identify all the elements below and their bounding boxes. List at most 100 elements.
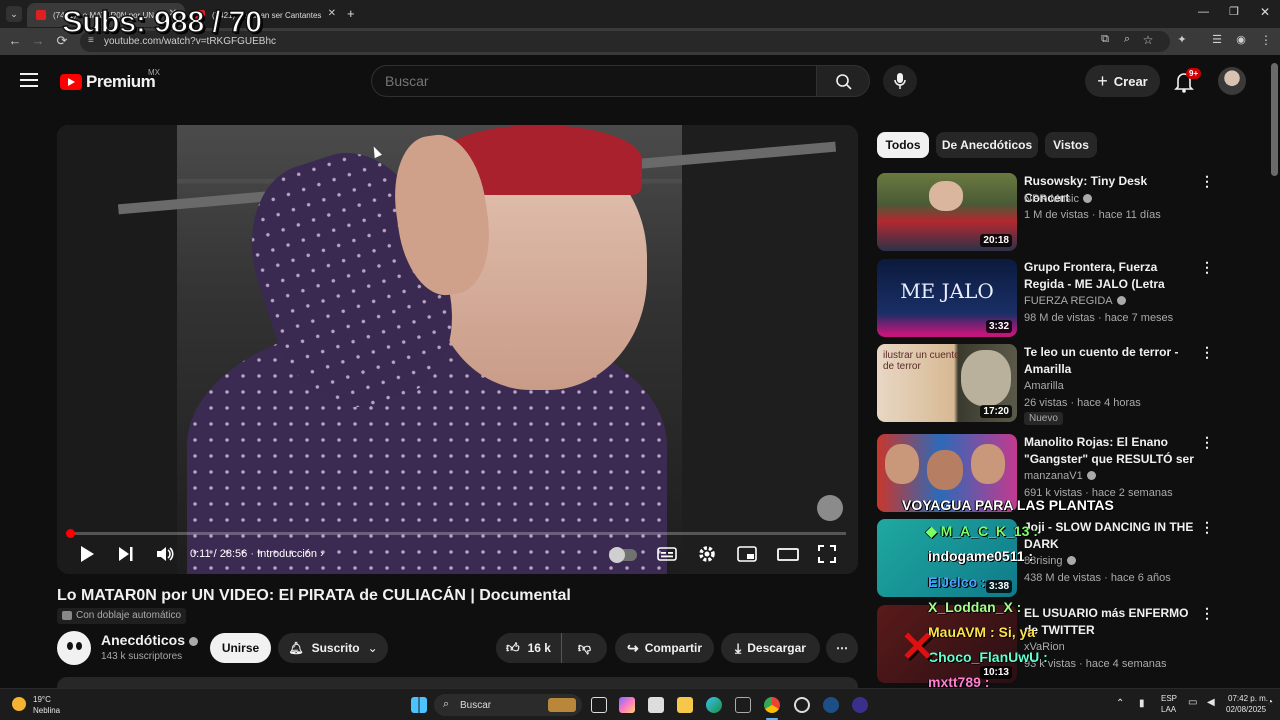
scrollbar-thumb[interactable] (1271, 63, 1278, 176)
recommendation-title[interactable]: EL USUARIO más ENFERMO de TWITTER (1024, 605, 1194, 639)
more-vertical-icon[interactable]: ⋮ (1200, 259, 1214, 276)
account-avatar[interactable] (1218, 67, 1246, 95)
recommendation-channel[interactable]: FUERZA REGIDA (1024, 295, 1126, 307)
more-vertical-icon[interactable]: ⋮ (1200, 519, 1214, 536)
settings-gear-icon[interactable] (698, 545, 716, 563)
chevron-right-icon[interactable]: › (320, 548, 324, 560)
language-top[interactable]: ESP (1161, 694, 1177, 703)
play-icon[interactable] (79, 545, 95, 563)
more-vertical-icon[interactable]: ⋮ (1200, 173, 1214, 190)
dubbing-person-icon (62, 611, 72, 620)
new-tab-icon[interactable]: + (347, 6, 355, 21)
chip-todos[interactable]: Todos (877, 132, 929, 158)
video-thumbnail[interactable]: ilustrar un cuento de terror 17:20 (877, 344, 1017, 422)
volume-icon[interactable]: ◀ (1207, 697, 1215, 708)
dislike-button[interactable]: 👎︎ (562, 640, 607, 656)
network-icon[interactable]: ▭ (1188, 697, 1197, 708)
subtitles-icon[interactable] (657, 545, 677, 563)
language-bottom[interactable]: LAA (1161, 705, 1176, 714)
recommendation-title[interactable]: Manolito Rojas: El Enano "Gangster" que … (1024, 434, 1194, 468)
fullscreen-icon[interactable] (818, 545, 836, 563)
browser-menu-icon[interactable]: ⋮ (1258, 33, 1274, 47)
join-button[interactable]: Unirse (210, 633, 271, 663)
steam-icon[interactable] (823, 697, 839, 713)
show-hidden-icons[interactable]: ⌃ (1116, 698, 1124, 709)
channel-avatar[interactable] (57, 631, 91, 665)
channel-name[interactable]: Anecdóticos (101, 632, 199, 648)
video-thumbnail[interactable]: 10:13 (877, 605, 1017, 683)
notifications-icon[interactable]: ◔ (1267, 697, 1273, 708)
extensions-icon[interactable]: ✦ (1174, 33, 1190, 46)
voice-search-button[interactable] (883, 65, 917, 97)
youtube-premium-logo[interactable]: Premium MX (60, 68, 160, 92)
video-thumbnail[interactable]: ME JALO 3:32 (877, 259, 1017, 337)
tab-list-dropdown-icon[interactable]: ⌄ (6, 6, 22, 22)
recommendation-title[interactable]: Grupo Frontera, Fuerza Regida - ME JALO … (1024, 259, 1194, 293)
more-vertical-icon[interactable]: ⋮ (1200, 605, 1214, 622)
zoom-icon[interactable]: ⌕ (1119, 33, 1135, 46)
recommendation-title[interactable]: Te leo un cuento de terror - Amarilla (1024, 344, 1194, 378)
recommendation-title[interactable]: Joji - SLOW DANCING IN THE DARK (1024, 519, 1194, 553)
chapter-title[interactable]: Introducción (257, 548, 317, 560)
autoplay-toggle[interactable] (609, 547, 637, 563)
video-player[interactable]: 0:11 / 28:56 · Introducción › (57, 125, 858, 574)
weather-widget[interactable]: 19°C Neblina (12, 694, 72, 716)
minimize-icon[interactable]: — (1198, 6, 1209, 18)
video-thumbnail[interactable]: 20:18 (877, 173, 1017, 251)
clock-time[interactable]: 07:42 p. m. (1228, 694, 1268, 703)
bookmark-star-icon[interactable]: ☆ (1140, 33, 1156, 47)
like-button[interactable]: 👍︎ 16 k (496, 633, 562, 663)
taskbar-search[interactable]: ⌕ Buscar (434, 694, 582, 716)
copilot-icon[interactable] (619, 697, 635, 713)
task-view-icon[interactable] (591, 697, 607, 713)
hamburger-menu-icon[interactable] (20, 73, 38, 87)
file-explorer-icon[interactable] (677, 697, 693, 713)
recommendation-item[interactable]: ilustrar un cuento de terror 17:20 Te le… (877, 344, 1257, 425)
recommendation-channel[interactable]: Amarilla (1024, 380, 1064, 392)
more-vertical-icon[interactable]: ⋮ (1200, 434, 1214, 451)
channel-watermark-icon[interactable] (817, 495, 843, 521)
windows-start-icon[interactable] (411, 697, 427, 713)
channel-label: manzanaV1 (1024, 470, 1083, 482)
close-window-icon[interactable]: ✕ (1260, 5, 1270, 19)
back-icon[interactable]: ← (7, 33, 23, 48)
restore-icon[interactable]: ❐ (1229, 5, 1239, 18)
microphone-icon[interactable]: ▮ (1139, 698, 1145, 709)
recommendation-channel[interactable]: manzanaV1 (1024, 470, 1096, 482)
recommendation-item[interactable]: 20:18 Rusowsky: Tiny Desk Concert NPR Mu… (877, 173, 1257, 253)
edge-icon[interactable] (706, 697, 722, 713)
volume-icon[interactable] (156, 545, 174, 563)
app-icon[interactable] (852, 697, 868, 713)
page-scrollbar[interactable] (1269, 55, 1280, 688)
next-icon[interactable] (118, 545, 134, 563)
more-vertical-icon[interactable]: ⋮ (1200, 344, 1214, 361)
reading-list-icon[interactable]: ☰ (1209, 33, 1225, 46)
theater-mode-icon[interactable] (777, 545, 799, 563)
search-highlight-icon (548, 698, 576, 712)
chip-vistos[interactable]: Vistos (1045, 132, 1097, 158)
clock-date[interactable]: 02/08/2025 (1226, 705, 1266, 714)
share-button[interactable]: ↪ Compartir (615, 633, 714, 663)
progress-scrubber-handle[interactable] (66, 529, 75, 538)
subscribed-button[interactable]: 🔔︎ Suscrito ⌄ (278, 633, 388, 663)
video-duration: 20:18 (980, 234, 1012, 247)
miniplayer-icon[interactable] (737, 545, 757, 563)
search-button[interactable] (816, 65, 870, 97)
chrome-icon[interactable] (764, 697, 780, 713)
search-input[interactable] (371, 65, 817, 97)
xbox-icon[interactable] (735, 697, 751, 713)
recommendation-item[interactable]: ME JALO 3:32 Grupo Frontera, Fuerza Regi… (877, 259, 1257, 339)
forward-icon[interactable]: → (30, 33, 46, 48)
more-actions-button[interactable]: ⋯ (826, 633, 858, 663)
download-button[interactable]: ⤓ Descargar (721, 633, 820, 663)
chat-message: MauAVM : Si, ya (928, 624, 1036, 640)
create-button[interactable]: + Crear (1085, 65, 1160, 97)
store-icon[interactable] (648, 697, 664, 713)
chip-de-anecdoticos[interactable]: De Anecdóticos (936, 132, 1038, 158)
close-tab-icon[interactable]: ✕ (328, 8, 336, 19)
profile-icon[interactable]: ◉ (1233, 33, 1249, 46)
recommendation-channel[interactable]: NPR Music (1024, 193, 1093, 205)
install-app-icon[interactable]: ⧉ (1097, 33, 1113, 46)
progress-bar[interactable] (69, 532, 846, 535)
app-icon[interactable] (794, 697, 810, 713)
